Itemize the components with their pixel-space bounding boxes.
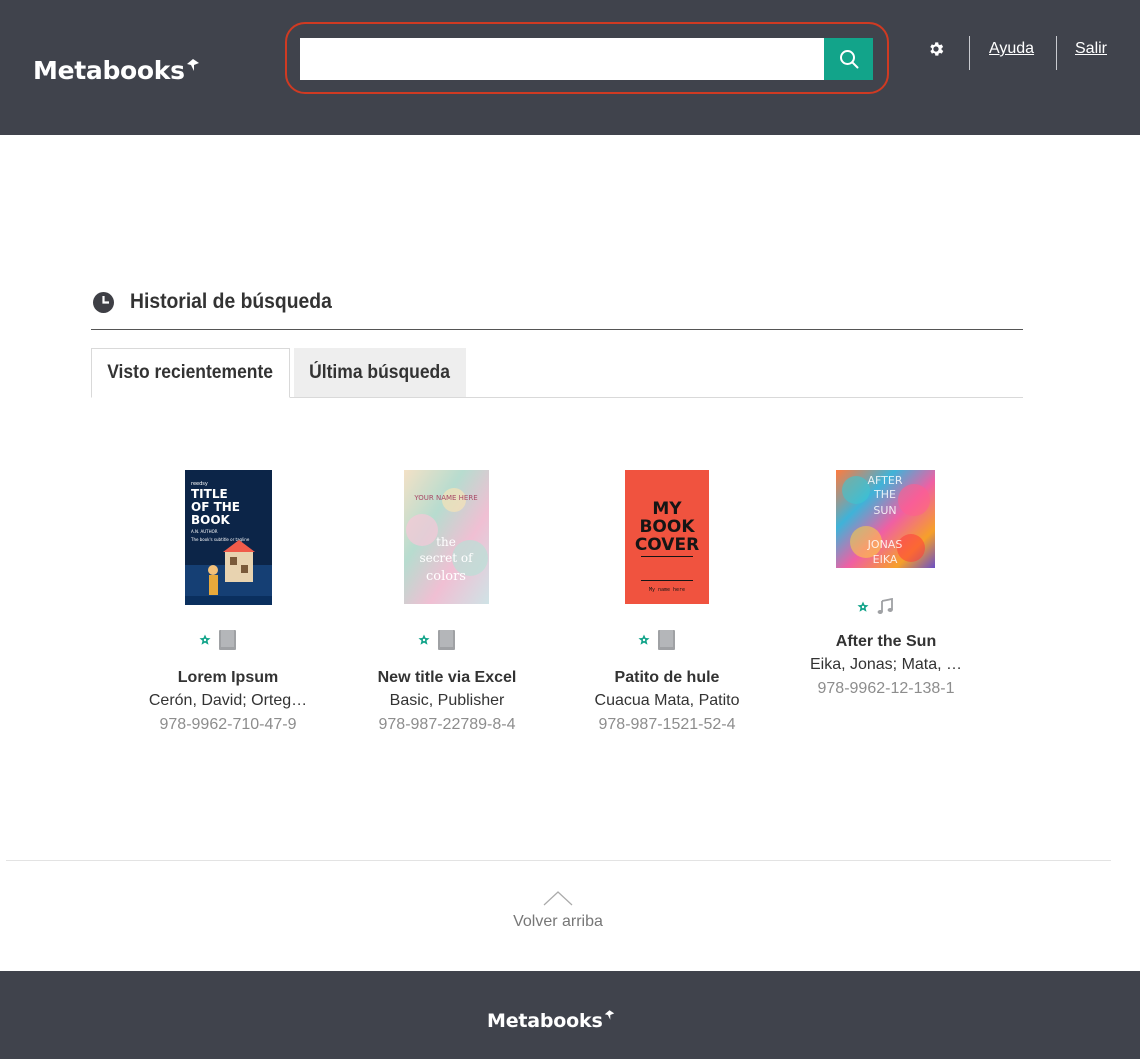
bookmark-star-icon bbox=[857, 601, 869, 612]
book-author: Eika, Jonas; Mata, … bbox=[809, 656, 963, 673]
book-badges bbox=[199, 630, 236, 650]
book-cover[interactable]: reedsy TITLE OF THE BOOK A.N. AUTHOR The… bbox=[185, 470, 272, 605]
book-cover-art: MY BOOK COVER My name here bbox=[625, 470, 709, 604]
svg-text:colors: colors bbox=[426, 569, 466, 584]
history-heading: Historial de búsqueda bbox=[93, 290, 349, 314]
book-card[interactable]: AFTER THE SUN JONAS EIKA After the Sun E… bbox=[786, 470, 986, 710]
svg-text:secret of: secret of bbox=[419, 551, 474, 565]
svg-text:BOOK: BOOK bbox=[639, 517, 695, 537]
svg-text:MY: MY bbox=[652, 499, 682, 519]
book-cover[interactable]: AFTER THE SUN JONAS EIKA bbox=[836, 470, 935, 568]
logo-text: Metabooks bbox=[33, 56, 185, 85]
chevron-up-icon bbox=[543, 891, 573, 906]
svg-text:BOOK: BOOK bbox=[191, 513, 231, 527]
book-title[interactable]: After the Sun bbox=[786, 633, 986, 651]
clock-icon bbox=[93, 291, 114, 313]
book-icon bbox=[658, 630, 675, 650]
svg-text:YOUR NAME HERE: YOUR NAME HERE bbox=[413, 494, 477, 502]
tab-label: Visto recientemente bbox=[107, 362, 274, 383]
book-card[interactable]: YOUR NAME HERE the secret of colors New … bbox=[347, 470, 547, 740]
svg-text:EIKA: EIKA bbox=[873, 553, 898, 566]
music-note-icon bbox=[877, 598, 893, 614]
search-icon bbox=[839, 50, 858, 69]
book-title[interactable]: Patito de hule bbox=[567, 669, 767, 687]
history-divider bbox=[91, 329, 1023, 330]
settings-button[interactable] bbox=[925, 38, 947, 60]
book-card[interactable]: MY BOOK COVER My name here Patito de hul… bbox=[567, 470, 767, 740]
search-button[interactable] bbox=[824, 38, 873, 80]
footer-divider bbox=[6, 860, 1111, 861]
svg-text:AFTER: AFTER bbox=[868, 474, 903, 487]
book-cover-art: reedsy TITLE OF THE BOOK A.N. AUTHOR The… bbox=[185, 470, 272, 605]
book-badges bbox=[418, 630, 455, 650]
top-header: Metabooks Ayuda Salir bbox=[0, 0, 1140, 135]
svg-text:SUN: SUN bbox=[873, 504, 896, 517]
book-icon bbox=[438, 630, 455, 650]
book-title[interactable]: New title via Excel bbox=[347, 669, 547, 687]
book-cover[interactable]: YOUR NAME HERE the secret of colors bbox=[404, 470, 489, 604]
svg-text:JONAS: JONAS bbox=[867, 538, 903, 551]
header-divider bbox=[969, 36, 970, 70]
svg-text:TITLE: TITLE bbox=[191, 487, 228, 501]
book-isbn: 978-9962-710-47-9 bbox=[159, 716, 297, 733]
book-icon bbox=[219, 630, 236, 650]
logo-mark-icon bbox=[186, 59, 199, 71]
tab-last-search[interactable]: Última búsqueda bbox=[294, 348, 466, 398]
book-isbn: 978-987-22789-8-4 bbox=[378, 716, 516, 733]
book-author: Basic, Publisher bbox=[389, 692, 505, 709]
history-title: Historial de búsqueda bbox=[130, 290, 332, 313]
book-badges bbox=[857, 598, 894, 615]
header-divider bbox=[1056, 36, 1057, 70]
svg-text:The book's subtitle or tagline: The book's subtitle or tagline bbox=[190, 537, 250, 542]
book-isbn: 978-987-1521-52-4 bbox=[598, 716, 736, 733]
back-to-top-button[interactable]: Volver arriba bbox=[470, 890, 646, 931]
page-footer: Metabooks bbox=[0, 971, 1140, 1059]
svg-text:the: the bbox=[436, 535, 456, 549]
svg-text:My name here: My name here bbox=[649, 587, 685, 593]
book-title[interactable]: Lorem Ipsum bbox=[128, 669, 328, 687]
back-to-top-label: Volver arriba bbox=[513, 913, 603, 930]
logo-mark-icon bbox=[604, 1010, 614, 1020]
tab-label: Última búsqueda bbox=[309, 362, 451, 383]
book-author: Cerón, David; Orteg… bbox=[148, 692, 308, 709]
book-cover-art: YOUR NAME HERE the secret of colors bbox=[404, 470, 489, 604]
book-card[interactable]: reedsy TITLE OF THE BOOK A.N. AUTHOR The… bbox=[128, 470, 328, 740]
book-cover[interactable]: MY BOOK COVER My name here bbox=[625, 470, 709, 604]
metabooks-logo[interactable]: Metabooks bbox=[33, 56, 200, 85]
bookmark-star-icon bbox=[418, 634, 430, 645]
gear-icon bbox=[930, 42, 944, 56]
bookmark-star-icon bbox=[638, 634, 650, 645]
logout-link[interactable]: Salir bbox=[1075, 40, 1107, 58]
search-input[interactable] bbox=[300, 38, 826, 80]
book-badges bbox=[638, 630, 675, 650]
book-cover-art: AFTER THE SUN JONAS EIKA bbox=[836, 470, 935, 568]
book-isbn: 978-9962-12-138-1 bbox=[817, 680, 955, 697]
book-author: Cuacua Mata, Patito bbox=[594, 692, 740, 709]
bookmark-star-icon bbox=[199, 634, 211, 645]
footer-logo-text: Metabooks bbox=[487, 1010, 603, 1032]
svg-text:OF THE: OF THE bbox=[191, 500, 240, 514]
svg-text:A.N. AUTHOR: A.N. AUTHOR bbox=[191, 529, 218, 534]
help-link[interactable]: Ayuda bbox=[989, 40, 1034, 58]
svg-text:COVER: COVER bbox=[635, 535, 699, 555]
footer-logo[interactable]: Metabooks bbox=[487, 1010, 615, 1032]
svg-text:THE: THE bbox=[873, 488, 896, 501]
tab-recently-viewed[interactable]: Visto recientemente bbox=[91, 348, 290, 398]
